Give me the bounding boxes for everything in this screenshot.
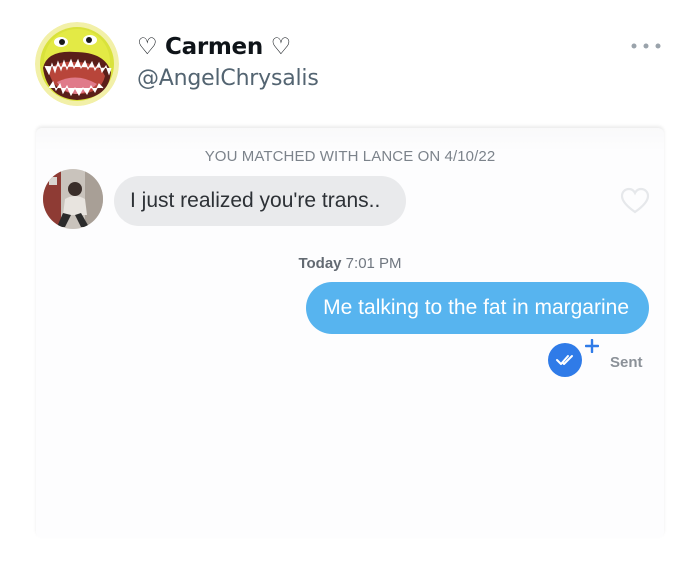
person-photo-icon [43, 169, 103, 229]
double-check-icon [548, 343, 582, 377]
outgoing-message[interactable]: Me talking to the fat in margarine [306, 282, 649, 334]
incoming-message[interactable]: I just realized you're trans.. [114, 176, 407, 226]
matched-banner: YOU MATCHED WITH LANCE ON 4/10/22 [204, 148, 496, 165]
timestamp-day: Today [298, 255, 342, 272]
user-handle[interactable]: @AngelChrysalis [137, 66, 319, 91]
profile-avatar[interactable] [35, 22, 119, 106]
plus-icon[interactable] [585, 339, 599, 353]
tweet-header: ♡ Carmen ♡ @AngelChrysalis [0, 0, 700, 120]
yellow-monster-face-icon [35, 22, 119, 106]
message-timestamp: Today 7:01 PM [36, 255, 664, 272]
match-avatar[interactable] [43, 169, 103, 229]
ellipsis-icon[interactable] [628, 40, 664, 52]
sent-status: Sent [610, 354, 643, 371]
display-name[interactable]: ♡ Carmen ♡ [137, 34, 291, 60]
timestamp-time: 7:01 PM [341, 255, 402, 272]
chat-screenshot: YOU MATCHED WITH LANCE ON 4/10/22 I just… [36, 128, 664, 538]
heart-outline-icon[interactable] [620, 187, 650, 215]
